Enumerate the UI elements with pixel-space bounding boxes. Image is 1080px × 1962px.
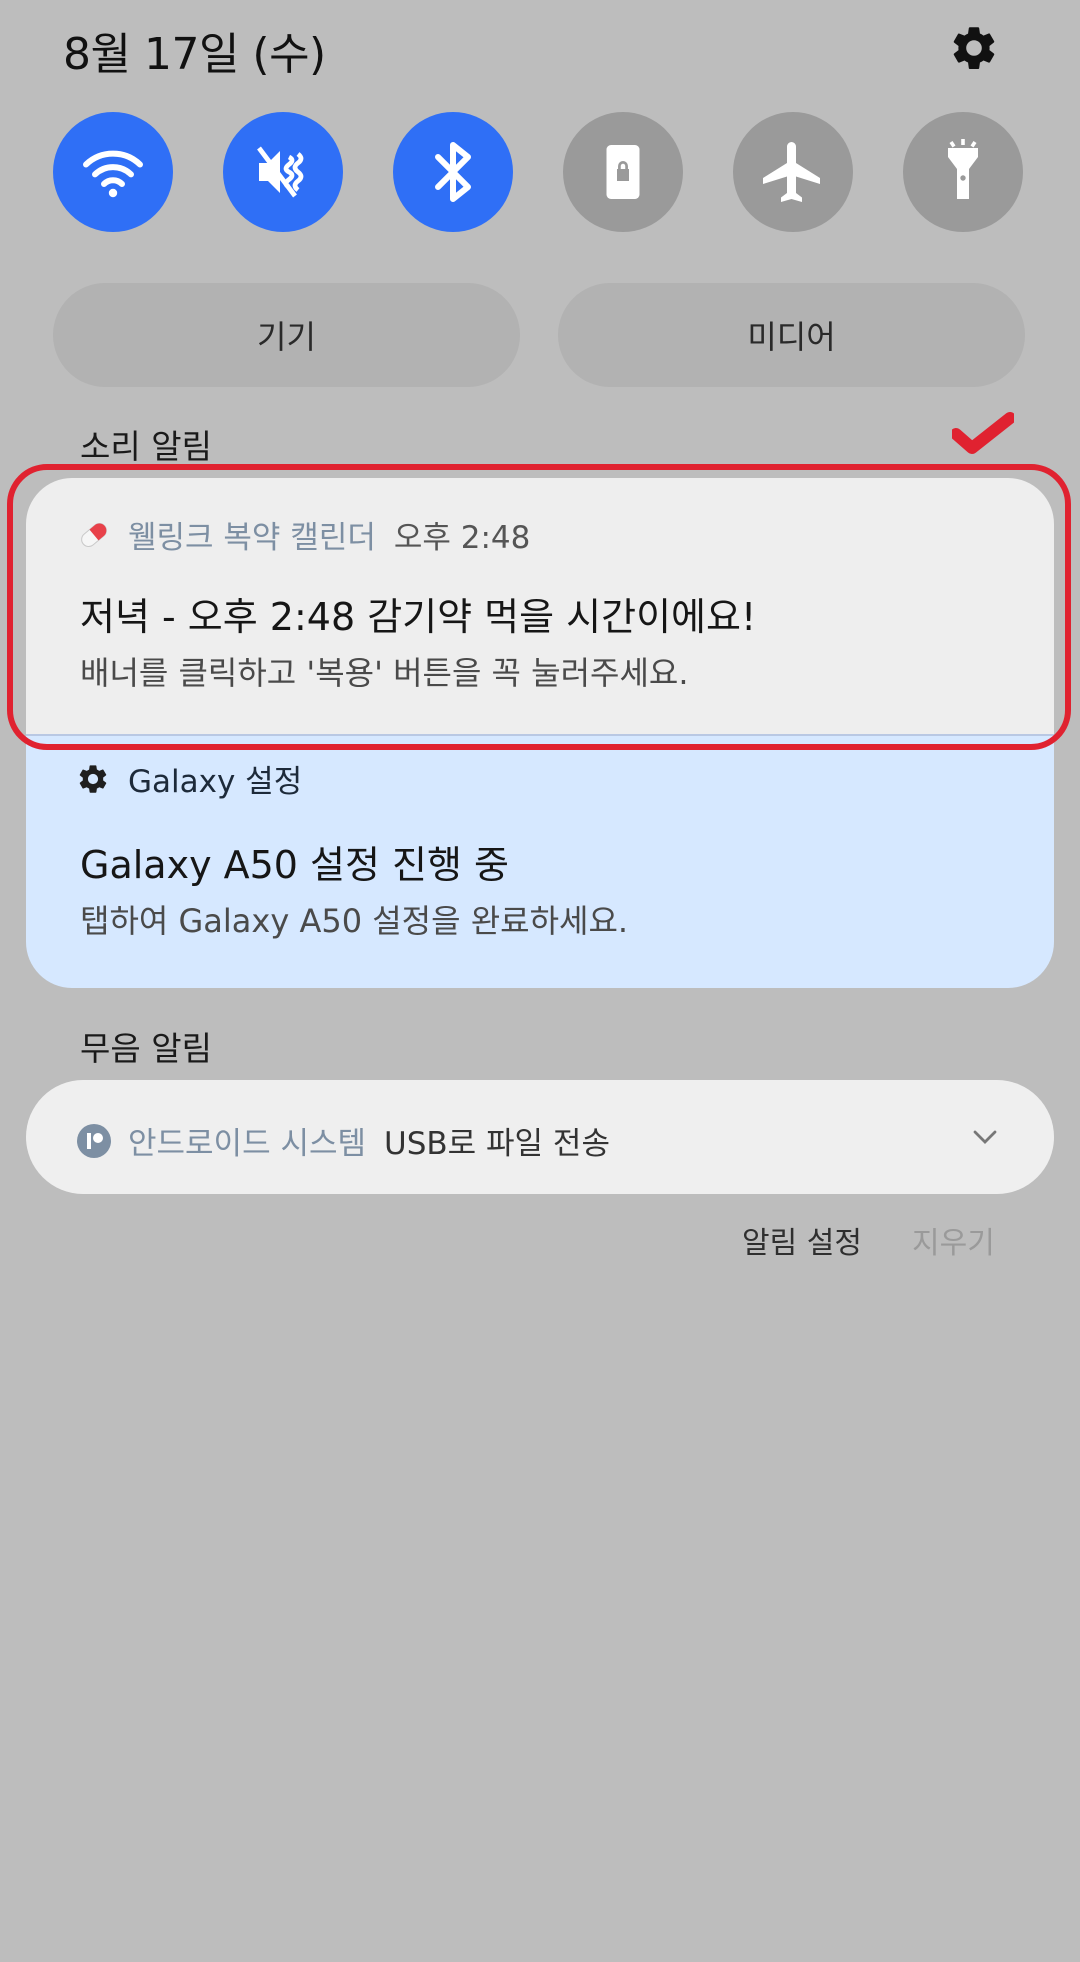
flashlight-toggle[interactable] xyxy=(903,112,1023,232)
bluetooth-icon xyxy=(435,142,471,202)
wifi-toggle[interactable] xyxy=(53,112,173,232)
settings-gear-icon[interactable] xyxy=(948,22,1000,74)
sound-mute-icon xyxy=(257,146,304,198)
wifi-icon xyxy=(83,150,143,198)
app-name: Galaxy 설정 xyxy=(128,764,303,800)
notification-text: USB로 파일 전송 xyxy=(384,1126,610,1162)
date-label: 8월 17일 (수) xyxy=(63,29,326,80)
notification-text: 탭하여 Galaxy A50 설정을 완료하세요. xyxy=(80,902,629,940)
section-silent-notifications: 무음 알림 xyxy=(80,1029,212,1068)
screen-lock-icon xyxy=(606,145,640,199)
highlight-box xyxy=(7,464,1071,750)
app-name: 안드로이드 시스템 xyxy=(128,1126,367,1162)
galaxy-setup-notification[interactable]: Galaxy 설정 Galaxy A50 설정 진행 중 탭하여 Galaxy … xyxy=(26,734,1054,988)
notification-title: Galaxy A50 설정 진행 중 xyxy=(80,843,510,887)
media-output-button[interactable]: 미디어 xyxy=(558,283,1025,387)
screen-lock-toggle[interactable] xyxy=(563,112,683,232)
device-output-button[interactable]: 기기 xyxy=(53,283,520,387)
airplane-mode-toggle[interactable] xyxy=(733,112,853,232)
clear-all-button[interactable]: 지우기 xyxy=(912,1218,995,1262)
chevron-down-icon[interactable] xyxy=(970,1122,1000,1152)
sound-mute-toggle[interactable] xyxy=(223,112,343,232)
section-sound-notifications: 소리 알림 xyxy=(80,427,212,466)
notification-settings-button[interactable]: 알림 설정 xyxy=(742,1218,862,1262)
flashlight-icon xyxy=(948,139,978,199)
check-mark-icon xyxy=(952,412,1014,454)
airplane-icon xyxy=(763,142,820,202)
settings-icon xyxy=(79,764,107,793)
android-system-icon xyxy=(77,1123,111,1158)
usb-notification[interactable]: 안드로이드 시스템 USB로 파일 전송 xyxy=(26,1080,1054,1194)
bluetooth-toggle[interactable] xyxy=(393,112,513,232)
